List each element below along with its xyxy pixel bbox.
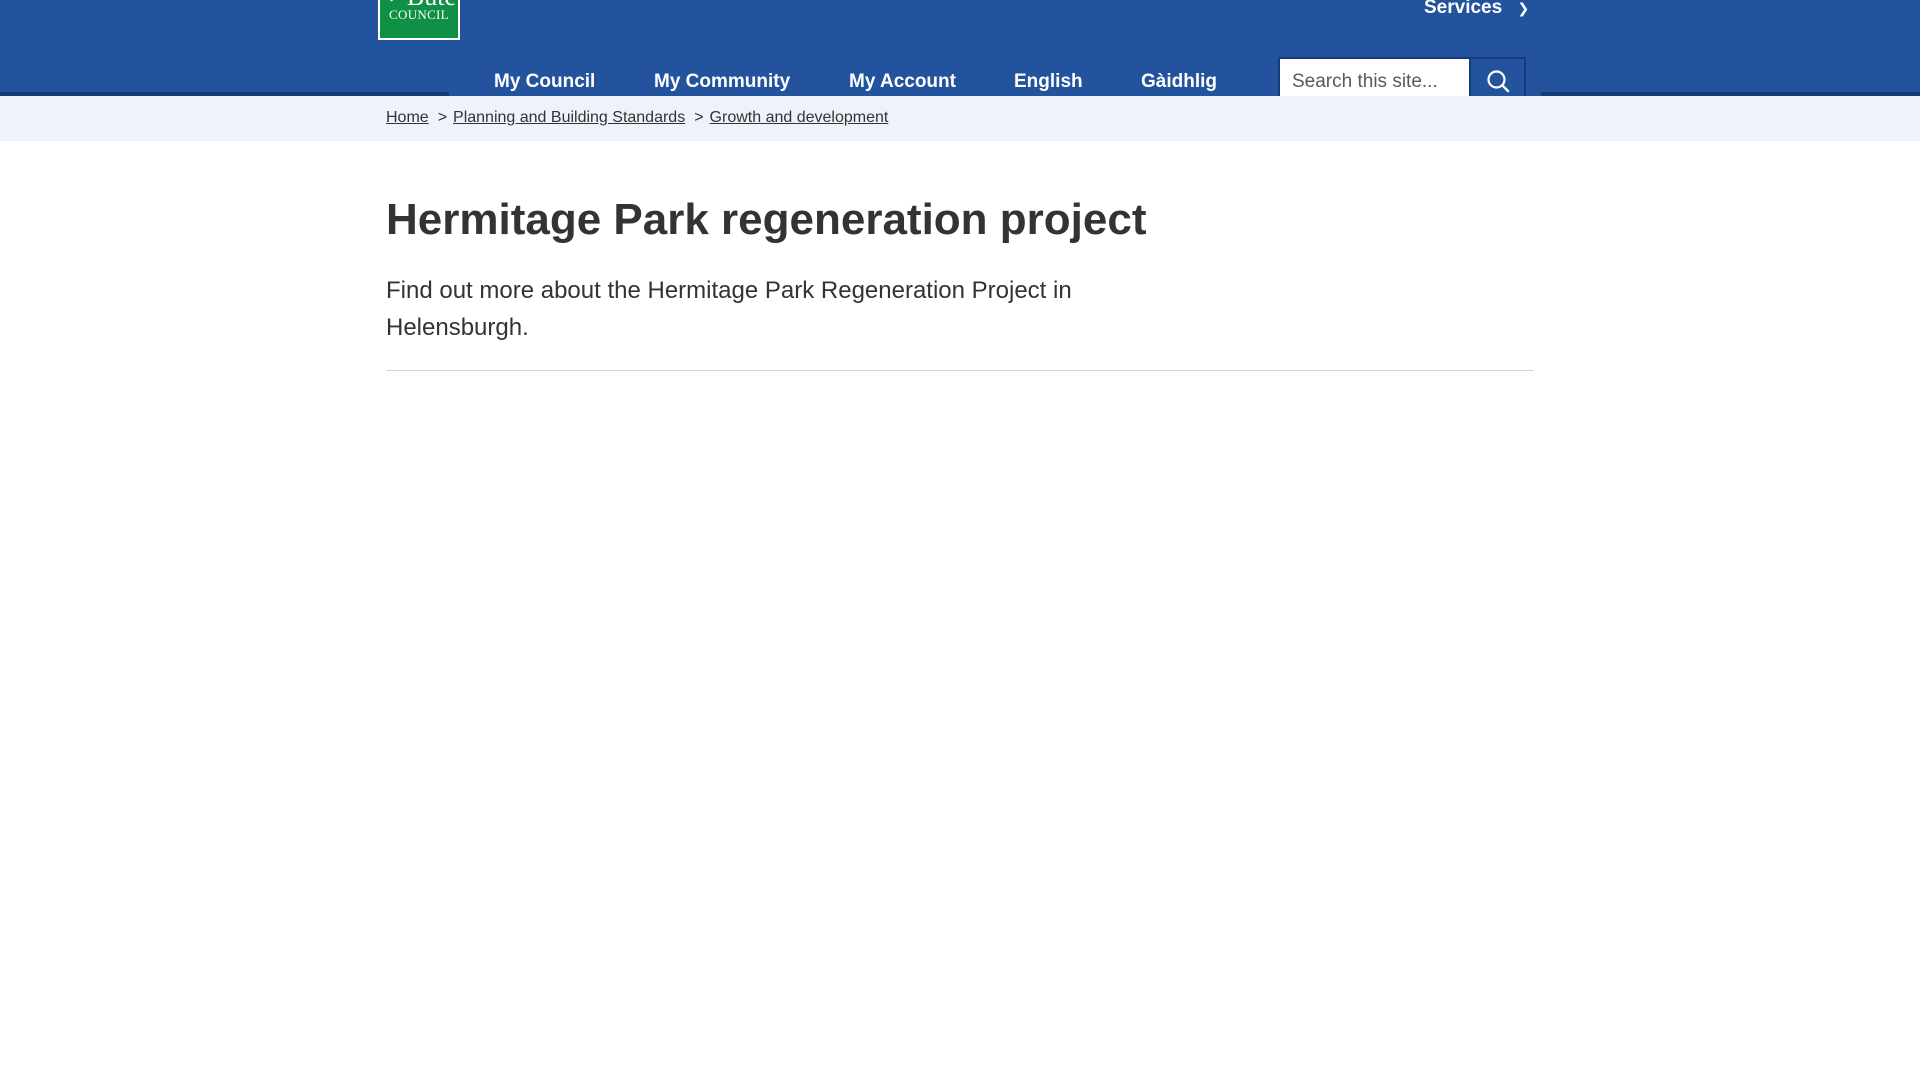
- breadcrumb-separator: >: [694, 109, 704, 126]
- breadcrumb-home[interactable]: Home: [386, 109, 429, 126]
- page-summary: Find out more about the Hermitage Park R…: [386, 277, 1072, 341]
- breadcrumb-growth[interactable]: Growth and development: [710, 109, 889, 126]
- services-menu-toggle[interactable]: Services ❯: [1424, 0, 1529, 20]
- search-icon: [1486, 69, 1509, 92]
- content-divider: [386, 370, 1534, 371]
- services-label: Services: [1424, 0, 1503, 18]
- logo-text-bottom: COUNCIL: [389, 7, 449, 22]
- chevron-down-icon: ❯: [1517, 0, 1530, 16]
- breadcrumb-planning[interactable]: Planning and Building Standards: [453, 109, 685, 126]
- council-logo[interactable]: ✥ Bute COUNCIL: [378, 0, 460, 40]
- breadcrumb-band: [0, 96, 1920, 141]
- nav-item-my-account[interactable]: My Account: [849, 68, 956, 96]
- nav-item-my-community[interactable]: My Community: [654, 68, 790, 96]
- breadcrumb: Home > Planning and Building Standards > Gro…: [386, 108, 888, 128]
- breadcrumb-separator: >: [437, 109, 448, 126]
- nav-item-my-council[interactable]: My Council: [494, 68, 595, 96]
- nav-item-gaidhlig[interactable]: Gàidhlig: [1141, 68, 1217, 96]
- nav-item-english[interactable]: English: [1014, 68, 1083, 96]
- page-title: Hermitage Park regeneration project: [386, 195, 1147, 244]
